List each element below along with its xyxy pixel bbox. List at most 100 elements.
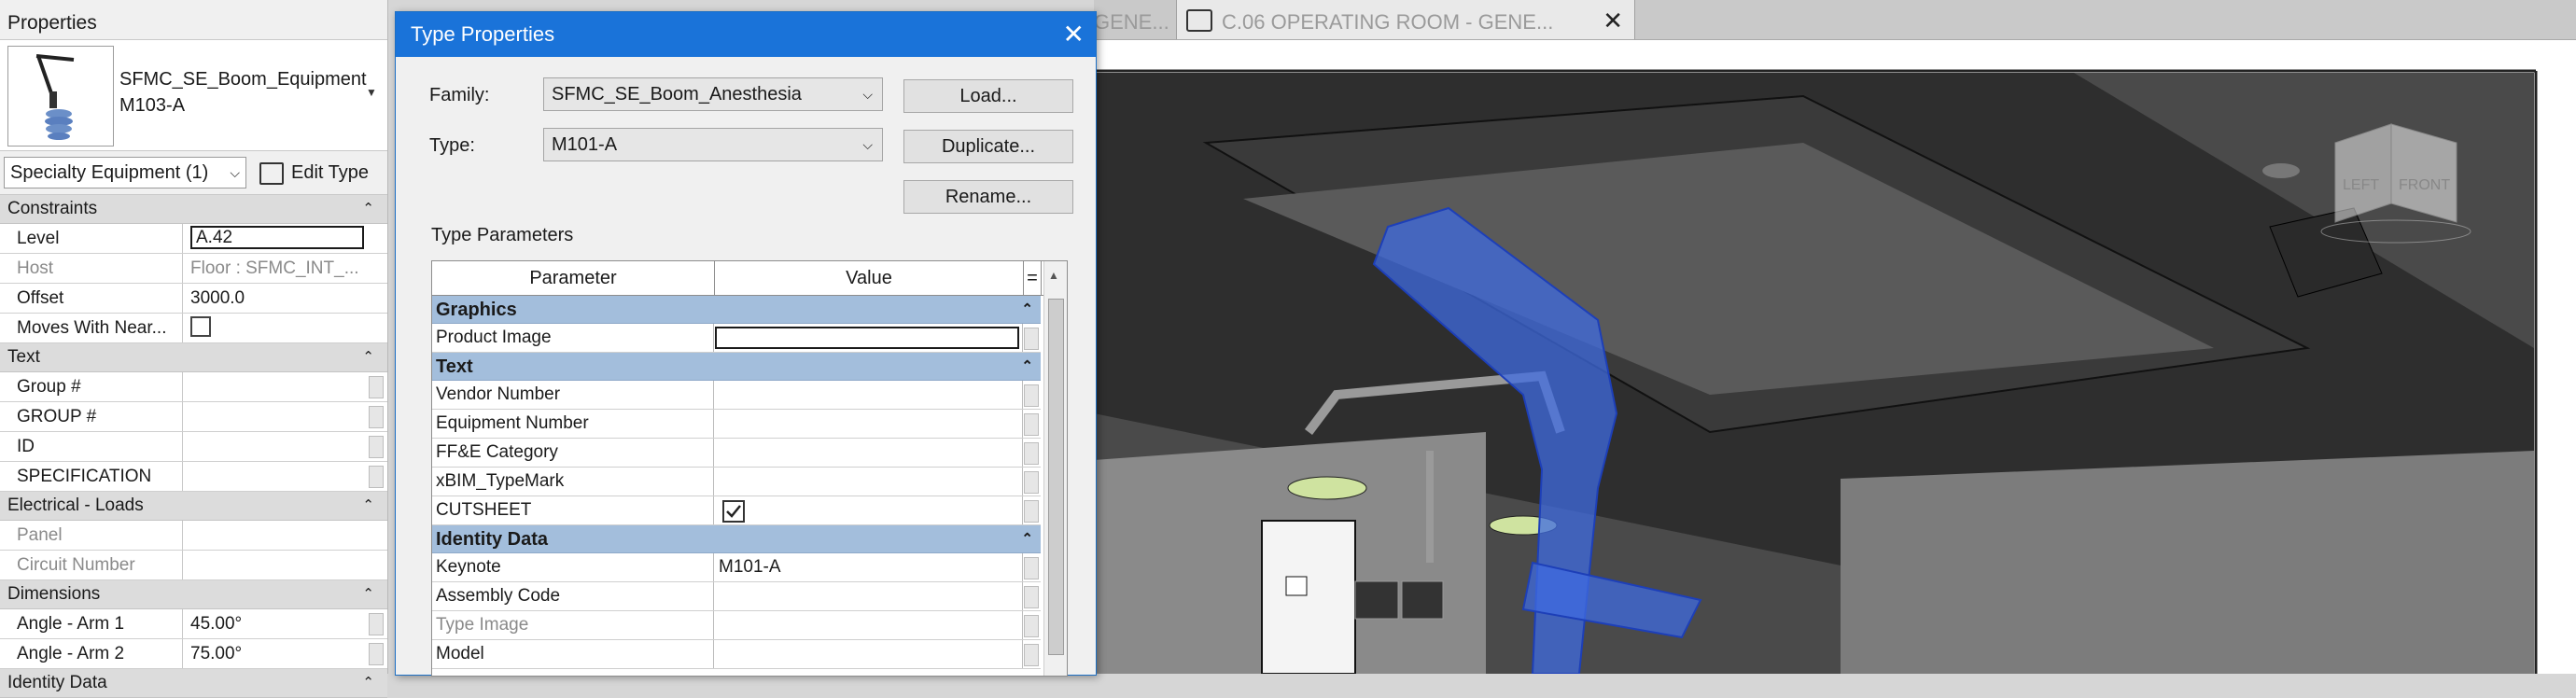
param-value[interactable] bbox=[715, 324, 1023, 352]
param-row-id[interactable]: ID bbox=[0, 432, 387, 462]
grid-row-keynote[interactable]: Keynote M101-A bbox=[432, 553, 1041, 582]
grid-row-model[interactable]: Model bbox=[432, 640, 1041, 669]
param-name: Level bbox=[0, 224, 183, 253]
param-browse-button[interactable] bbox=[369, 466, 384, 488]
grid-section-text[interactable]: Text ⌃ bbox=[432, 353, 1041, 381]
param-browse-button[interactable] bbox=[1024, 615, 1039, 637]
param-value[interactable] bbox=[185, 432, 364, 461]
param-row-angle-arm-2[interactable]: Angle - Arm 2 75.00° bbox=[0, 639, 387, 669]
param-value[interactable]: 75.00° bbox=[185, 639, 364, 668]
grid-section-identity-data[interactable]: Identity Data ⌃ bbox=[432, 525, 1041, 553]
grid-section-graphics[interactable]: Graphics ⌃ bbox=[432, 296, 1041, 324]
edit-type-button[interactable]: Edit Type bbox=[254, 157, 369, 188]
param-browse-button[interactable] bbox=[369, 406, 384, 428]
collapse-icon[interactable]: ⌃ bbox=[362, 343, 374, 371]
category-filter-dropdown[interactable]: Specialty Equipment (1) ⌵ bbox=[4, 157, 246, 188]
grid-row-ffe-category[interactable]: FF&E Category bbox=[432, 439, 1041, 468]
3d-viewport[interactable]: LEFT FRONT bbox=[1094, 40, 2576, 674]
grid-row-type-image[interactable]: Type Image bbox=[432, 611, 1041, 640]
param-browse-button[interactable] bbox=[1024, 442, 1039, 465]
param-value[interactable] bbox=[715, 640, 1023, 668]
param-browse-button[interactable] bbox=[1024, 384, 1039, 407]
param-value[interactable] bbox=[185, 462, 364, 491]
grid-scrollbar[interactable]: ▲ bbox=[1043, 261, 1067, 676]
param-value[interactable]: 45.00° bbox=[185, 609, 364, 638]
section-dimensions[interactable]: Dimensions ⌃ bbox=[0, 580, 387, 609]
collapse-icon[interactable]: ⌃ bbox=[362, 195, 374, 223]
param-row-specification[interactable]: SPECIFICATION bbox=[0, 462, 387, 492]
view-tab-previous[interactable]: GENE... bbox=[1094, 0, 1174, 39]
section-label: Dimensions bbox=[7, 584, 101, 604]
collapse-icon[interactable]: ⌃ bbox=[1021, 525, 1033, 553]
param-browse-button[interactable] bbox=[1024, 644, 1039, 666]
collapse-icon[interactable]: ⌃ bbox=[1021, 296, 1033, 324]
param-browse-button[interactable] bbox=[1024, 471, 1039, 494]
chevron-down-icon[interactable]: ▼ bbox=[366, 86, 377, 99]
moves-checkbox[interactable] bbox=[190, 316, 211, 338]
param-browse-button[interactable] bbox=[369, 376, 384, 398]
rename-button[interactable]: Rename... bbox=[903, 180, 1073, 214]
param-row-group-number-caps[interactable]: GROUP # bbox=[0, 402, 387, 432]
param-row-level[interactable]: Level A.42 bbox=[0, 224, 387, 254]
cutsheet-checkbox[interactable] bbox=[722, 500, 745, 523]
grid-row-equipment-number[interactable]: Equipment Number bbox=[432, 410, 1041, 439]
view-tab-active[interactable]: C.06 OPERATING ROOM - GENE... ✕ bbox=[1176, 0, 1635, 39]
duplicate-button[interactable]: Duplicate... bbox=[903, 130, 1073, 163]
family-dropdown[interactable]: SFMC_SE_Boom_Anesthesia ⌵ bbox=[543, 77, 883, 111]
param-browse-button[interactable] bbox=[369, 643, 384, 665]
param-value[interactable] bbox=[185, 314, 364, 342]
grid-row-product-image[interactable]: Product Image bbox=[432, 324, 1041, 353]
param-value[interactable] bbox=[715, 410, 1023, 438]
close-icon[interactable]: ✕ bbox=[1063, 12, 1085, 57]
scroll-up-icon[interactable]: ▲ bbox=[1048, 269, 1059, 282]
scroll-thumb[interactable] bbox=[1048, 299, 1064, 655]
section-text[interactable]: Text ⌃ bbox=[0, 343, 387, 372]
param-row-angle-arm-1[interactable]: Angle - Arm 1 45.00° bbox=[0, 609, 387, 639]
type-parameters-grid: Parameter Value = Graphics ⌃ Product Imag… bbox=[431, 260, 1068, 677]
param-name: Vendor Number bbox=[432, 381, 714, 409]
param-value[interactable] bbox=[715, 468, 1023, 496]
param-value[interactable]: 3000.0 bbox=[185, 284, 364, 313]
param-browse-button[interactable] bbox=[1024, 328, 1039, 350]
param-row-offset[interactable]: Offset 3000.0 bbox=[0, 284, 387, 314]
param-row-group-number[interactable]: Group # bbox=[0, 372, 387, 402]
param-value[interactable] bbox=[715, 381, 1023, 409]
grid-row-vendor-number[interactable]: Vendor Number bbox=[432, 381, 1041, 410]
close-tab-icon[interactable]: ✕ bbox=[1603, 7, 1623, 35]
grid-row-xbim-typemark[interactable]: xBIM_TypeMark bbox=[432, 468, 1041, 496]
param-value[interactable] bbox=[185, 402, 364, 431]
level-input[interactable]: A.42 bbox=[190, 226, 364, 249]
section-constraints[interactable]: Constraints ⌃ bbox=[0, 195, 387, 224]
grid-row-cutsheet[interactable]: CUTSHEET bbox=[432, 496, 1041, 525]
param-value[interactable] bbox=[715, 496, 1023, 524]
param-name: Angle - Arm 1 bbox=[0, 609, 183, 638]
param-value[interactable]: A.42 bbox=[185, 224, 364, 253]
param-name: Group # bbox=[0, 372, 183, 401]
type-label: Type: bbox=[429, 135, 475, 156]
dialog-titlebar[interactable]: Type Properties ✕ bbox=[396, 12, 1096, 57]
load-button[interactable]: Load... bbox=[903, 79, 1073, 113]
param-value[interactable] bbox=[185, 372, 364, 401]
param-browse-button[interactable] bbox=[1024, 557, 1039, 579]
product-image-input[interactable] bbox=[715, 327, 1019, 349]
param-browse-button[interactable] bbox=[1024, 413, 1039, 436]
type-selector[interactable]: SFMC_SE_Boom_Equipment M103-A ▼ bbox=[0, 40, 387, 151]
param-value[interactable]: M101-A bbox=[715, 553, 1023, 581]
section-label: Identity Data bbox=[436, 529, 549, 550]
type-value: M101-A bbox=[552, 134, 618, 155]
param-value bbox=[185, 521, 364, 550]
section-electrical-loads[interactable]: Electrical - Loads ⌃ bbox=[0, 492, 387, 521]
grid-row-assembly-code[interactable]: Assembly Code bbox=[432, 582, 1041, 611]
param-value[interactable] bbox=[715, 582, 1023, 610]
param-row-moves-with-nearby[interactable]: Moves With Near... bbox=[0, 314, 387, 343]
param-value[interactable] bbox=[715, 611, 1023, 639]
param-browse-button[interactable] bbox=[369, 613, 384, 635]
param-browse-button[interactable] bbox=[1024, 586, 1039, 608]
type-dropdown[interactable]: M101-A ⌵ bbox=[543, 128, 883, 161]
collapse-icon[interactable]: ⌃ bbox=[362, 492, 374, 520]
collapse-icon[interactable]: ⌃ bbox=[362, 580, 374, 608]
param-browse-button[interactable] bbox=[1024, 500, 1039, 523]
param-browse-button[interactable] bbox=[369, 436, 384, 458]
param-value[interactable] bbox=[715, 439, 1023, 467]
collapse-icon[interactable]: ⌃ bbox=[1021, 353, 1033, 381]
